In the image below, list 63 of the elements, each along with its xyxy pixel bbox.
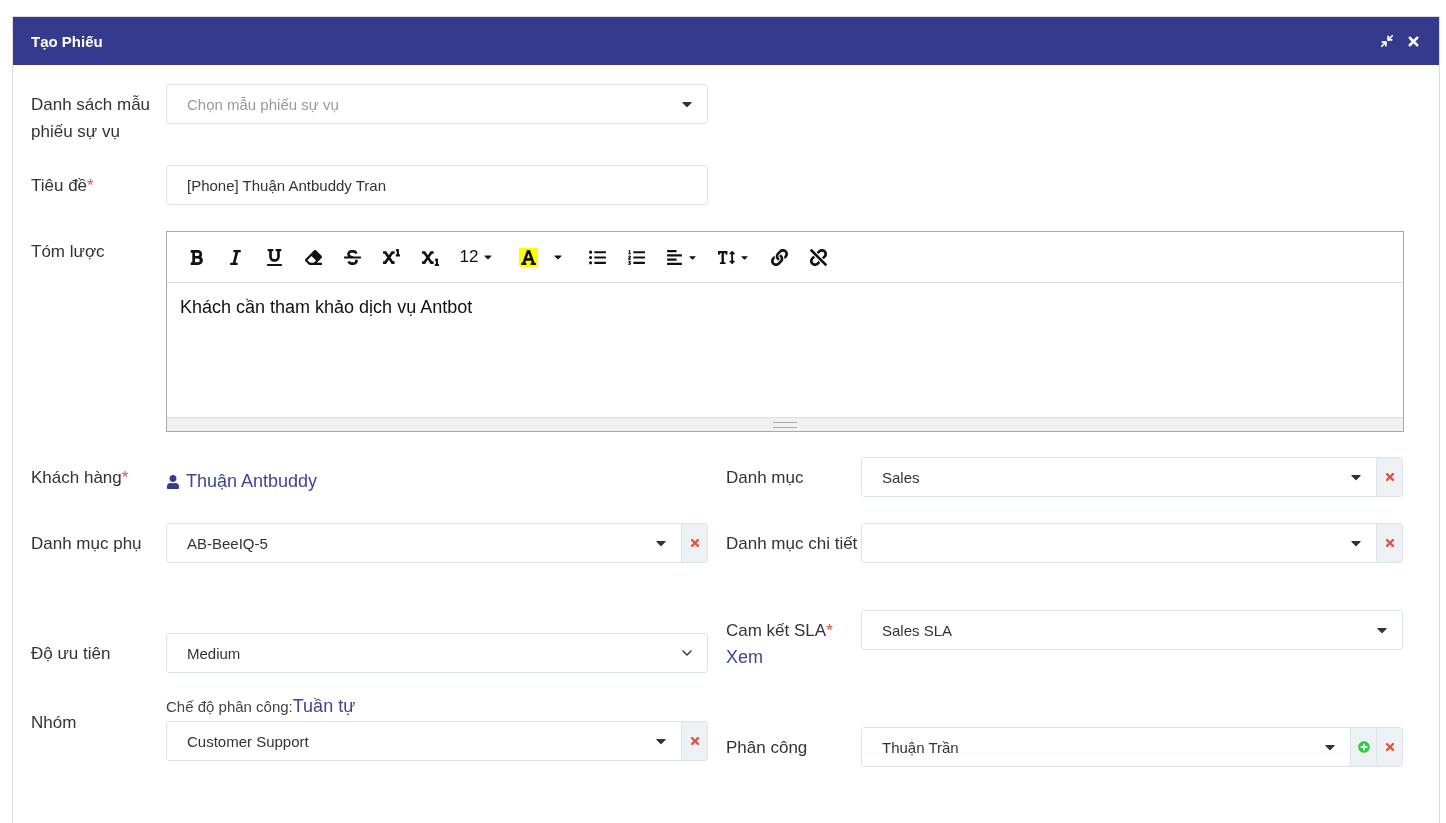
user-icon [166,474,180,489]
subscript-icon [422,248,439,266]
select-placeholder: Chọn mẫu phiếu sự vụ [186,95,340,113]
eraser-icon [305,248,322,266]
clear-button[interactable] [681,524,707,562]
select-value: AB-BeeIQ-5 [186,534,269,552]
unlink-icon [810,248,827,266]
assign-mode-label: Chế độ phân công: [166,698,293,715]
italic-icon [227,248,244,266]
field-label: Cam kết SLA* Xem [726,620,834,669]
field-label: Danh mục chi tiết [726,533,859,555]
field-label: Danh mục [726,467,805,489]
view-link[interactable]: Xem [726,647,763,667]
editor-content[interactable]: Khách cần tham khảo dịch vụ Antbot [167,283,1403,417]
close-icon [688,735,701,747]
clear-button[interactable] [1376,458,1402,496]
customer-link[interactable]: Thuận Antbuddy [186,471,318,492]
select-value: Sales SLA [881,621,954,639]
field-label: Phân công [726,737,809,759]
clear-button[interactable] [681,722,707,760]
link-icon [771,248,788,266]
field-label: Khách hàng* [31,467,130,489]
rich-text-editor[interactable]: 12 Khách cần tham khảo dịch vụ Antbot [166,231,1404,432]
select-field[interactable] [861,523,1403,563]
resize-handle[interactable] [167,417,1403,431]
strike-icon [344,248,361,266]
select-value: Customer Support [186,732,310,750]
select-value: Medium [186,644,242,662]
superscript-icon [383,248,400,266]
clear-button[interactable] [1376,524,1402,562]
field-label: Tóm lược [31,241,106,263]
select-value: Thuận Trần [881,738,960,756]
title-input[interactable]: [Phone] Thuận Antbuddy Tran [166,165,708,205]
align-icon [666,248,683,266]
close-icon [1383,741,1396,753]
select-field[interactable]: Customer Support [166,721,708,761]
bullets-icon [589,248,606,266]
field-label: Nhóm [31,712,78,734]
textsize-icon [718,248,735,266]
highlighted-letter-icon [518,247,538,267]
select-field[interactable]: Sales SLA [861,610,1403,650]
close-icon [1383,537,1396,549]
minimize-button[interactable] [1380,34,1394,48]
field-label: Danh sách mẫu phiếu sự vụ [31,94,152,143]
input-value: [Phone] Thuận Antbuddy Tran [186,176,388,194]
select-field[interactable]: Thuận Trần [861,727,1403,767]
underline-icon [266,248,283,266]
font-size-dropdown[interactable]: 12 [452,242,502,272]
field-label: Danh mục phụ [31,533,143,555]
close-icon [1383,471,1396,483]
select-field[interactable]: AB-BeeIQ-5 [166,523,708,563]
field-label: Độ ưu tiên [31,643,112,665]
numbers-icon [628,248,645,266]
clear-button[interactable] [1376,728,1402,766]
assign-mode-link[interactable]: Tuần tự [292,696,356,717]
close-icon [688,537,701,549]
field-label: Tiêu đề* [31,175,95,197]
close-button[interactable] [1406,33,1421,49]
dialog-title: Tạo Phiếu [31,32,103,50]
select-field[interactable]: Medium [166,633,708,673]
bold-icon [188,248,205,266]
select-field[interactable]: Sales [861,457,1403,497]
select-value: Sales [881,468,921,486]
